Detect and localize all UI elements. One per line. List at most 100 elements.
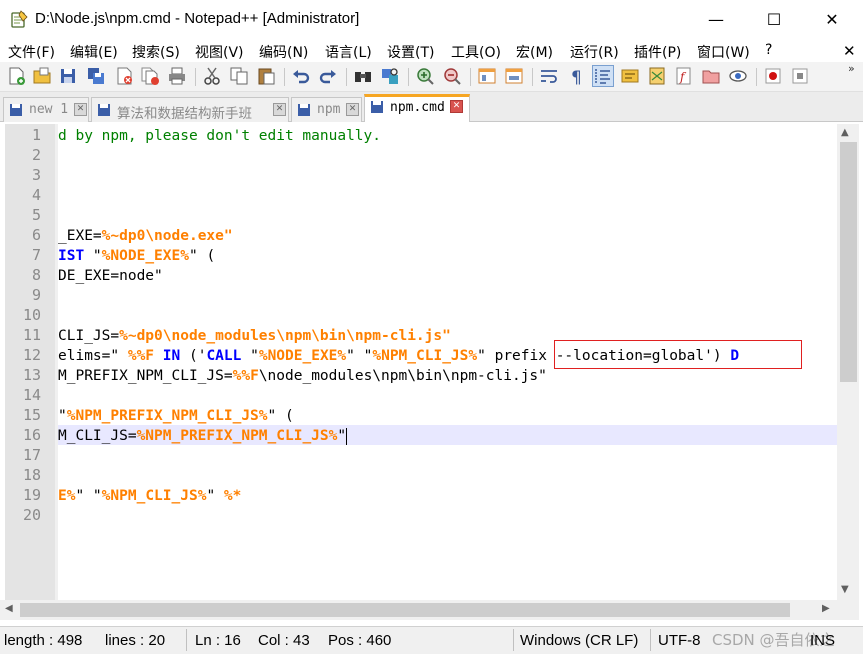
scroll-down-button[interactable]: ▼ [841, 584, 849, 595]
cut-icon[interactable] [202, 66, 222, 86]
saved-file-icon [371, 101, 383, 113]
code-line[interactable]: DE_EXE=node" [58, 266, 163, 286]
menu-macro[interactable]: 宏(M) [516, 42, 553, 62]
sync-vertical-icon[interactable] [477, 66, 497, 86]
line-number: 7 [31, 246, 41, 264]
toolbar-separator [470, 68, 471, 86]
open-file-icon[interactable] [32, 66, 52, 86]
menu-edit[interactable]: 编辑(E) [70, 42, 118, 62]
code-line[interactable]: E%" "%NPM_CLI_JS%" %* [58, 486, 241, 506]
toolbar-separator [532, 68, 533, 86]
toolbar-separator [284, 68, 285, 86]
minimize-button[interactable]: — [687, 0, 745, 38]
close-document-button[interactable]: ✕ [843, 42, 856, 60]
editor-pane[interactable]: 1 2 3 4 5 6 7 8 9 10 11 12 13 14 15 16 17 18 19 20 d by npm… [0, 124, 863, 600]
tab-close-button[interactable]: ✕ [74, 103, 87, 116]
scroll-right-button[interactable]: ▶ [822, 603, 830, 614]
line-number: 14 [22, 386, 41, 404]
show-all-chars-icon[interactable]: ¶ [566, 66, 586, 86]
horizontal-scroll-thumb[interactable] [20, 603, 790, 617]
tab-npm-cmd[interactable]: npm.cmd ✕ [364, 94, 470, 122]
folder-workspace-icon[interactable] [701, 66, 721, 86]
zoom-out-icon[interactable] [442, 66, 462, 86]
menu-window[interactable]: 窗口(W) [697, 42, 750, 62]
status-line-number: Ln : 16 [195, 632, 241, 649]
code-token: CALL [206, 348, 242, 364]
menu-language[interactable]: 语言(L) [325, 42, 372, 62]
stop-record-icon[interactable] [790, 66, 810, 86]
code-line[interactable]: M_CLI_JS=%NPM_PREFIX_NPM_CLI_JS%" [58, 426, 348, 446]
word-wrap-icon[interactable] [539, 66, 559, 86]
copy-icon[interactable] [229, 66, 249, 86]
tab-label: new 1 [29, 102, 69, 117]
close-icon[interactable] [114, 66, 134, 86]
line-number: 11 [22, 326, 41, 344]
menu-search[interactable]: 搜索(S) [132, 42, 180, 62]
monitoring-icon[interactable] [728, 66, 748, 86]
save-all-icon[interactable] [86, 66, 106, 86]
zoom-in-icon[interactable] [415, 66, 435, 86]
menu-tools[interactable]: 工具(O) [451, 42, 501, 62]
close-window-button[interactable]: ✕ [803, 0, 861, 38]
horizontal-scrollbar[interactable]: ◀ ▶ [0, 600, 837, 620]
tab-close-button[interactable]: ✕ [346, 103, 359, 116]
code-token: D [730, 348, 740, 364]
scroll-up-button[interactable]: ▲ [841, 127, 849, 138]
code-token: " [477, 348, 495, 364]
code-area[interactable]: d by npm, please don't edit manually. _EX… [58, 124, 838, 600]
code-line[interactable]: elims=" %%F IN ('CALL "%NODE_EXE%" "%NPM… [58, 346, 739, 366]
menu-file[interactable]: 文件(F) [8, 42, 55, 62]
code-token: M_CLI_JS= [58, 428, 137, 444]
tab-npm[interactable]: npm ✕ [291, 97, 362, 122]
replace-icon[interactable] [380, 66, 400, 86]
code-token: IST [58, 248, 85, 264]
undo-icon[interactable] [291, 66, 311, 86]
menu-run[interactable]: 运行(R) [570, 42, 619, 62]
scroll-left-button[interactable]: ◀ [5, 603, 13, 614]
code-token: " ( [188, 248, 216, 264]
paste-icon[interactable] [256, 66, 276, 86]
code-line[interactable]: d by npm, please don't edit manually. [58, 126, 381, 146]
tab-close-button[interactable]: ✕ [450, 100, 463, 113]
document-map-icon[interactable] [647, 66, 667, 86]
maximize-button[interactable]: ☐ [745, 0, 803, 38]
function-list-icon[interactable]: f [674, 66, 694, 86]
tab-close-button[interactable]: ✕ [273, 103, 286, 116]
code-line[interactable]: "%NPM_PREFIX_NPM_CLI_JS%" ( [58, 406, 294, 426]
vertical-scrollbar[interactable]: ▲ ▼ [837, 124, 859, 600]
menu-help[interactable]: ? [765, 42, 772, 58]
menu-view[interactable]: 视图(V) [195, 42, 244, 62]
menu-plugins[interactable]: 插件(P) [634, 42, 681, 62]
new-file-icon[interactable] [6, 66, 26, 86]
status-eol-format[interactable]: Windows (CR LF) [520, 632, 638, 649]
code-token: prefix --location=global [494, 348, 705, 364]
line-number: 20 [22, 506, 41, 524]
code-line[interactable]: M_PREFIX_NPM_CLI_JS=%%F\node_modules\npm… [58, 366, 547, 386]
code-line[interactable]: IST "%NODE_EXE%" ( [58, 246, 215, 266]
status-separator [650, 629, 651, 651]
code-token: M_PREFIX_NPM_CLI_JS= [58, 368, 233, 384]
code-line[interactable]: _EXE=%~dp0\node.exe" [58, 226, 233, 246]
menu-settings[interactable]: 设置(T) [387, 42, 434, 62]
menu-encoding[interactable]: 编码(N) [259, 42, 308, 62]
record-macro-icon[interactable] [763, 66, 783, 86]
save-icon[interactable] [58, 66, 78, 86]
status-separator [513, 629, 514, 651]
redo-icon[interactable] [318, 66, 338, 86]
find-icon[interactable] [353, 66, 373, 86]
saved-file-icon [10, 104, 22, 116]
print-icon[interactable] [167, 66, 187, 86]
toolbar-overflow-button[interactable]: » [848, 62, 855, 75]
line-number: 1 [31, 126, 41, 144]
indent-guide-icon[interactable] [592, 65, 614, 87]
status-encoding[interactable]: UTF-8 [658, 632, 701, 649]
vertical-scroll-thumb[interactable] [840, 142, 857, 382]
close-all-icon[interactable] [140, 66, 160, 86]
status-insert-mode[interactable]: INS [810, 632, 835, 649]
line-number: 4 [31, 186, 41, 204]
code-line[interactable]: CLI_JS=%~dp0\node_modules\npm\bin\npm-cl… [58, 326, 451, 346]
sync-horizontal-icon[interactable] [504, 66, 524, 86]
tab-new-1[interactable]: new 1 ✕ [3, 97, 89, 122]
tab-algorithms[interactable]: 算法和数据结构新手班 ✕ [91, 97, 289, 122]
define-language-icon[interactable] [620, 66, 640, 86]
